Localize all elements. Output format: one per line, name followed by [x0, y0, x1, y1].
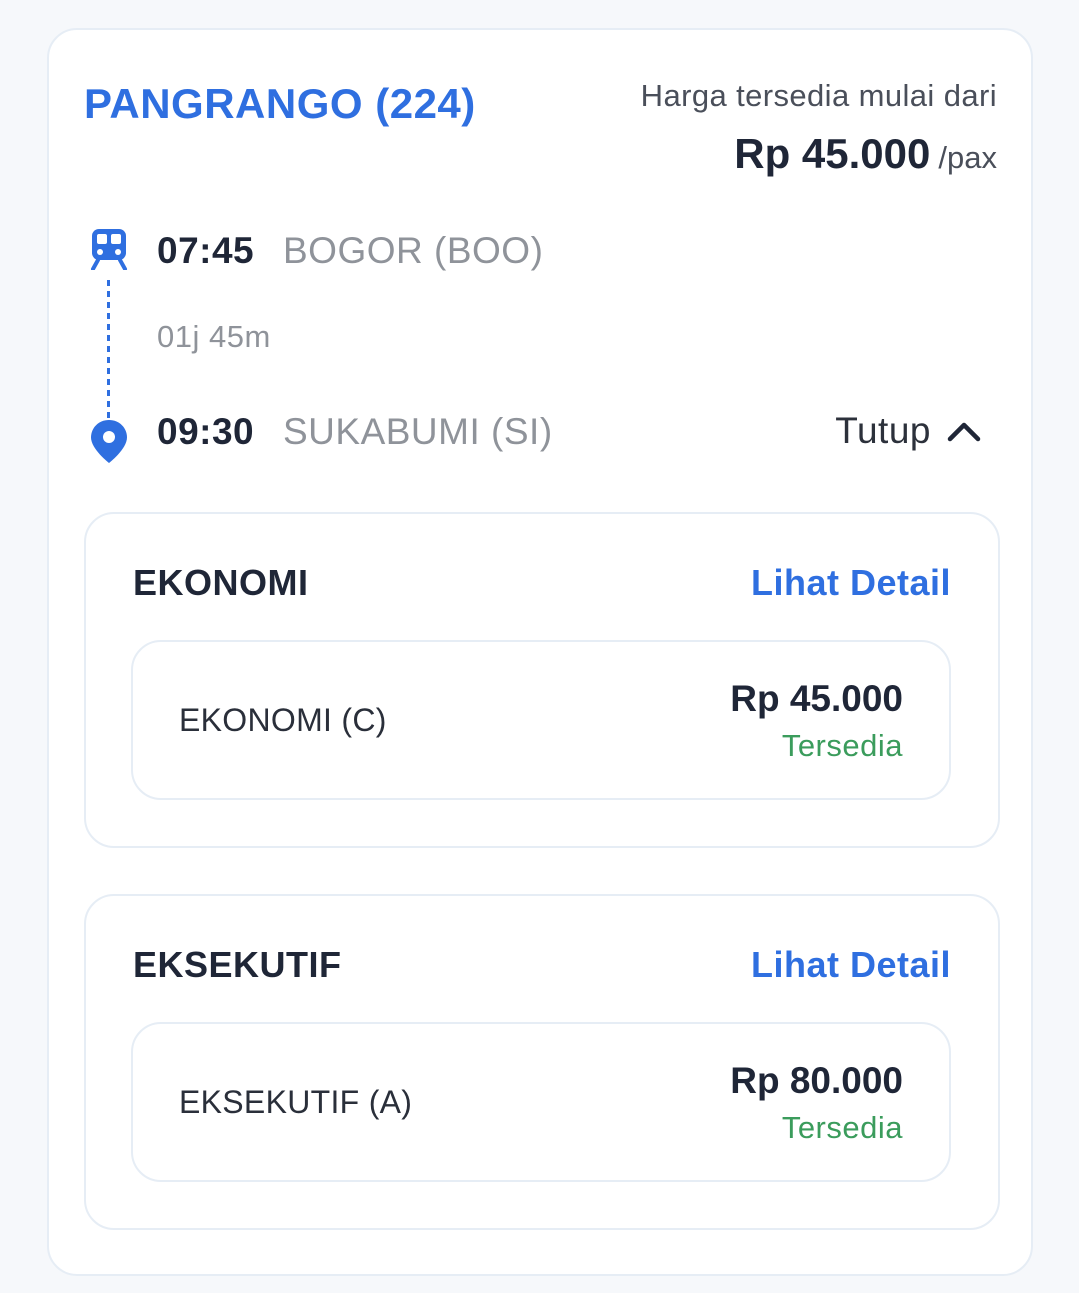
view-detail-link[interactable]: Lihat Detail [751, 562, 951, 604]
arrival-station: SUKABUMI (SI) [283, 411, 553, 452]
starting-price-value: Rp 45.000 [734, 130, 931, 177]
chevron-up-icon [947, 422, 981, 442]
collapse-label: Tutup [835, 410, 931, 451]
subclass-name: EKSEKUTIF (A) [179, 1084, 413, 1120]
subclass-price: Rp 80.000 [730, 1060, 903, 1101]
arrival-time: 09:30 [157, 411, 255, 452]
collapse-toggle[interactable]: Tutup [835, 410, 981, 452]
subclass-price: Rp 45.000 [730, 678, 903, 719]
price-unit: /pax [938, 140, 997, 175]
train-name: PANGRANGO (224) [84, 80, 476, 127]
class-group-ekonomi: EKONOMI Lihat Detail EKONOMI (C) Rp 45.0… [84, 512, 1000, 848]
location-pin-icon [91, 420, 127, 463]
availability-status: Tersedia [781, 728, 903, 763]
trip-duration: 01j 45m [157, 319, 271, 354]
subclass-option[interactable]: EKSEKUTIF (A) Rp 80.000 Tersedia [131, 1022, 951, 1182]
departure-time: 07:45 [157, 230, 255, 271]
class-group-eksekutif: EKSEKUTIF Lihat Detail EKSEKUTIF (A) Rp … [84, 894, 1000, 1230]
starting-price: Rp 45.000/pax [734, 130, 997, 178]
availability-status: Tersedia [781, 1110, 903, 1145]
view-detail-link[interactable]: Lihat Detail [751, 944, 951, 986]
class-title: EKSEKUTIF [133, 944, 342, 985]
train-result-card: PANGRANGO (224) Harga tersedia mulai dar… [47, 28, 1033, 1276]
price-caption: Harga tersedia mulai dari [640, 78, 997, 113]
departure-station: BOGOR (BOO) [283, 230, 544, 271]
class-title: EKONOMI [133, 562, 309, 603]
subclass-name: EKONOMI (C) [179, 702, 387, 738]
subclass-option[interactable]: EKONOMI (C) Rp 45.000 Tersedia [131, 640, 951, 800]
route-line [107, 280, 110, 420]
train-icon [91, 229, 127, 270]
